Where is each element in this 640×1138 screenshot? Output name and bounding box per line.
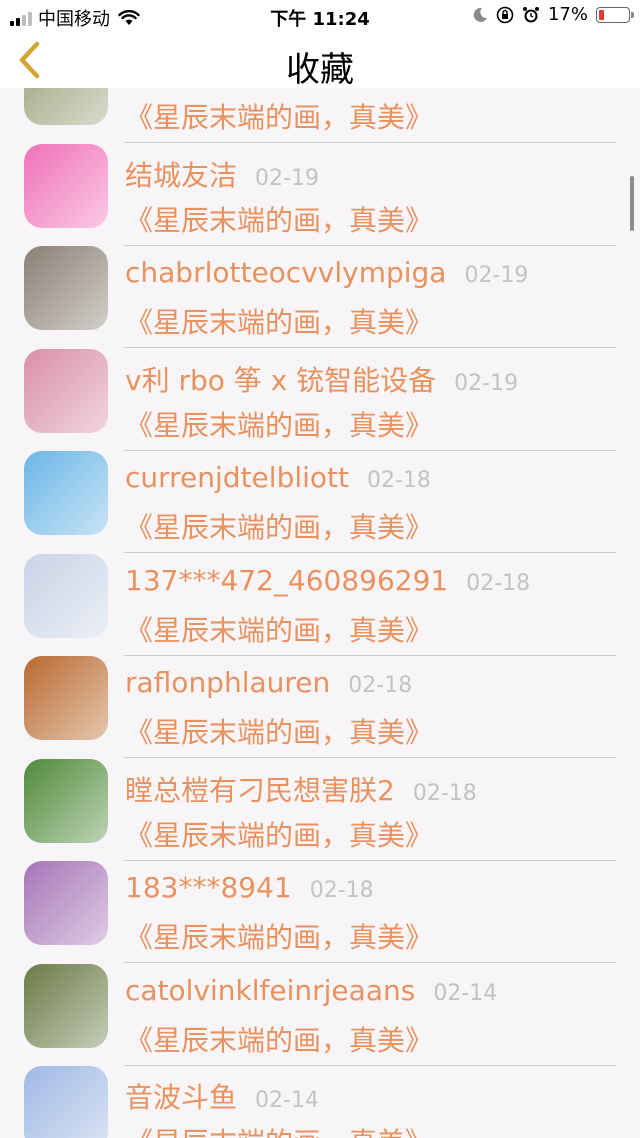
date-label: 02-19 <box>255 165 319 191</box>
user-name: chabrlotteocvvlympiga <box>125 256 447 289</box>
avatar[interactable] <box>24 143 108 228</box>
avatar[interactable] <box>24 553 108 638</box>
user-name: 137***472_460896291 <box>125 563 449 597</box>
user-name: raflonphlauren <box>125 666 331 699</box>
signal-icon <box>10 10 32 26</box>
row-header: 音波斗鱼 02-14 <box>125 1076 319 1116</box>
battery-icon <box>596 6 634 23</box>
carrier-label: 中国移动 <box>38 9 110 30</box>
list-item[interactable]: raflonphlauren 02-18 《星辰末端的画，真美》 <box>0 641 640 758</box>
avatar[interactable] <box>24 656 108 740</box>
list-item[interactable]: 结城友洁 02-19 《星辰末端的画，真美》 <box>0 129 640 246</box>
status-right: 17% <box>472 4 634 25</box>
date-label: 02-14 <box>433 980 498 1006</box>
list-item[interactable]: 音波斗鱼 02-14 《星辰末端的画，真美》 <box>0 1051 640 1138</box>
date-label: 02-18 <box>367 468 431 493</box>
page-title: 收藏 <box>286 50 354 90</box>
row-header: v利 rbo 筝 x 铳智能设备 02-19 <box>125 359 518 399</box>
row-header: 瞠总榿有刁民想害朕2 02-18 <box>125 769 477 809</box>
avatar[interactable] <box>24 1066 108 1138</box>
avatar[interactable] <box>24 451 108 535</box>
moon-icon <box>473 7 487 22</box>
user-name: 音波斗鱼 <box>125 1081 238 1114</box>
status-left: 中国移动 <box>10 5 140 31</box>
date-label: 02-19 <box>454 370 519 396</box>
list-item[interactable]: chabrlotteocvvlympiga 02-19 《星辰末端的画，真美》 <box>0 231 640 348</box>
avatar[interactable] <box>24 246 108 330</box>
list-item[interactable]: 183***8941 02-18 《星辰末端的画，真美》 <box>0 846 640 963</box>
favorites-list[interactable]: 《星辰末端的画，真美》 结城友洁 02-19 《星辰末端的画，真美》 chabrl… <box>0 88 640 1138</box>
row-header: raflonphlauren 02-18 <box>125 666 412 699</box>
status-bar: 中国移动 下午 11:24 17% <box>0 0 640 32</box>
user-name: currenjdtelbliott <box>125 461 349 494</box>
list-item[interactable]: currenjdtelbliott 02-18 《星辰末端的画，真美》 <box>0 436 640 553</box>
orientation-lock-icon <box>496 6 514 23</box>
row-header: 结城友洁 02-19 <box>125 154 319 194</box>
list-item[interactable]: 瞠总榿有刁民想害朕2 02-18 《星辰末端的画，真美》 <box>0 744 640 861</box>
row-header: chabrlotteocvvlympiga 02-19 <box>125 256 528 289</box>
battery-percent: 17% <box>547 4 588 25</box>
date-label: 02-18 <box>309 878 374 903</box>
list-item[interactable]: 《星辰末端的画，真美》 <box>0 88 640 143</box>
user-name: v利 rbo 筝 x 铳智能设备 <box>125 363 437 397</box>
favorite-title: 《星辰末端的画，真美》 <box>125 1121 433 1138</box>
avatar[interactable] <box>24 861 108 945</box>
wifi-icon <box>118 10 140 25</box>
back-arrow-icon[interactable] <box>12 38 48 82</box>
row-header: currenjdtelbliott 02-18 <box>125 461 431 494</box>
row-header: 137***472_460896291 02-18 <box>125 564 530 597</box>
list-item[interactable]: catolvinklfeinrjeaans 02-14 《星辰末端的画，真美》 <box>0 949 640 1066</box>
avatar[interactable] <box>24 963 108 1048</box>
nav-bar: 收藏 <box>0 32 640 90</box>
date-label: 02-18 <box>348 673 413 698</box>
list-item[interactable]: 137***472_460896291 02-18 《星辰末端的画，真美》 <box>0 539 640 656</box>
row-header: catolvinklfeinrjeaans 02-14 <box>125 974 497 1007</box>
avatar[interactable] <box>24 348 108 433</box>
alarm-icon <box>522 6 539 22</box>
user-name: 瞠总榿有刁民想害朕2 <box>125 773 395 807</box>
list-item[interactable]: v利 rbo 筝 x 铳智能设备 02-19 《星辰末端的画，真美》 <box>0 334 640 451</box>
date-label: 02-19 <box>464 263 529 288</box>
date-label: 02-18 <box>412 780 477 806</box>
user-name: catolvinklfeinrjeaans <box>125 973 416 1007</box>
avatar[interactable] <box>24 758 108 843</box>
user-name: 183***8941 <box>125 871 292 904</box>
date-label: 02-18 <box>466 570 531 596</box>
date-label: 02-14 <box>255 1088 319 1113</box>
scroll-indicator[interactable] <box>630 176 634 231</box>
avatar[interactable] <box>24 88 108 125</box>
user-name: 结城友洁 <box>125 158 238 192</box>
row-header: 183***8941 02-18 <box>125 871 374 904</box>
